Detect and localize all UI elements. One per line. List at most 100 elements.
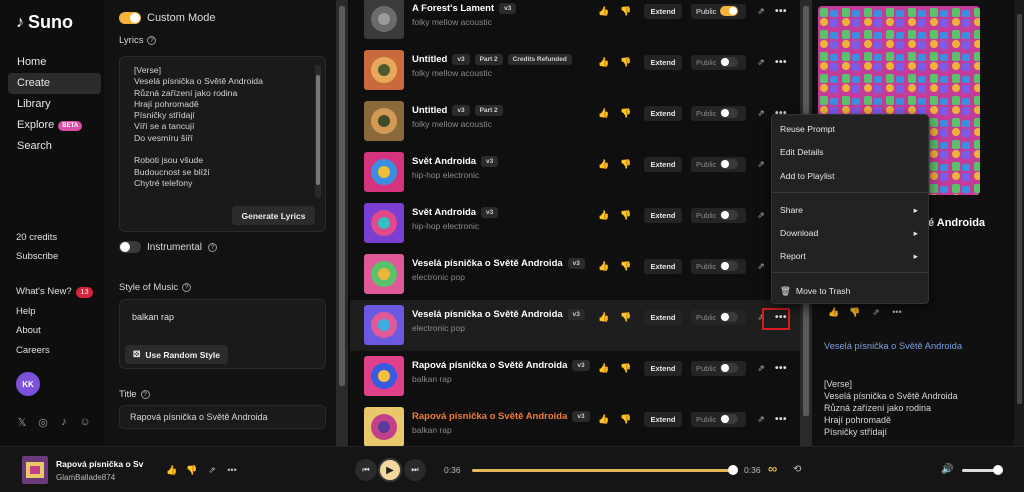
lyrics-scrollbar[interactable] bbox=[315, 65, 321, 198]
extend-button[interactable]: Extend bbox=[644, 360, 682, 376]
tiktok-icon[interactable]: ♪ bbox=[58, 416, 70, 428]
share-icon[interactable]: ⇗ bbox=[755, 362, 767, 374]
song-row[interactable]: Veselá písnička o Světě Androida v3 elec… bbox=[350, 249, 800, 300]
generate-lyrics-button[interactable]: Generate Lyrics bbox=[232, 206, 315, 225]
play-pause-button[interactable]: ▶ bbox=[378, 458, 402, 482]
public-toggle[interactable]: Public bbox=[691, 360, 746, 376]
thumbs-down-icon[interactable]: 👎 bbox=[186, 464, 198, 476]
nav-home[interactable]: Home bbox=[8, 52, 101, 73]
public-switch[interactable] bbox=[720, 159, 739, 169]
share-icon[interactable]: ⇗ bbox=[870, 306, 882, 318]
thumbs-up-icon[interactable]: 👍 bbox=[598, 56, 610, 68]
song-title[interactable]: Untitled bbox=[412, 54, 447, 65]
share-icon[interactable]: ⇗ bbox=[755, 107, 767, 119]
song-row[interactable]: Rapová písnička o Světě Androida v3 balk… bbox=[350, 351, 800, 402]
song-row[interactable]: Rapová písnička o Světě Androida v3 balk… bbox=[350, 402, 800, 446]
song-cover[interactable] bbox=[364, 407, 404, 446]
public-switch[interactable] bbox=[720, 261, 739, 271]
progress-bar[interactable] bbox=[472, 469, 734, 472]
share-icon[interactable]: ⇗ bbox=[755, 209, 767, 221]
thumbs-down-icon[interactable]: 👎 bbox=[620, 158, 632, 170]
thumbs-up-icon[interactable]: 👍 bbox=[598, 158, 610, 170]
whats-new-link[interactable]: What's New? 13 bbox=[16, 286, 94, 298]
public-toggle[interactable]: Public bbox=[691, 156, 746, 172]
song-row[interactable]: Veselá písnička o Světě Androida v3 elec… bbox=[350, 300, 800, 351]
extend-button[interactable]: Extend bbox=[644, 54, 682, 70]
menu-move-to-trash[interactable]: 🗑 Move to Trash bbox=[780, 284, 918, 298]
song-title[interactable]: Svět Androida bbox=[412, 207, 476, 218]
thumbs-up-icon[interactable]: 👍 bbox=[598, 260, 610, 272]
song-cover[interactable] bbox=[364, 203, 404, 243]
song-row[interactable]: Untitled v3 Part 2 Credits Refunded folky… bbox=[350, 45, 800, 96]
song-title[interactable]: A Forest's Lament bbox=[412, 3, 494, 14]
more-icon[interactable]: ••• bbox=[774, 5, 788, 17]
next-button[interactable]: ⏭ bbox=[404, 459, 426, 481]
about-link[interactable]: About bbox=[16, 325, 41, 336]
thumbs-down-icon[interactable]: 👎 bbox=[620, 5, 632, 17]
more-icon[interactable]: ••• bbox=[774, 56, 788, 68]
public-toggle[interactable]: Public bbox=[691, 54, 746, 70]
share-icon[interactable]: ⇗ bbox=[755, 158, 767, 170]
public-switch[interactable] bbox=[720, 363, 739, 373]
help-icon[interactable]: ? bbox=[182, 283, 192, 292]
share-icon[interactable]: ⇗ bbox=[755, 56, 767, 68]
extend-button[interactable]: Extend bbox=[644, 258, 682, 274]
custom-mode-toggle[interactable] bbox=[119, 12, 141, 24]
now-playing-title[interactable]: Rapová písnička o Sv bbox=[56, 459, 143, 469]
nav-library[interactable]: Library bbox=[8, 94, 101, 115]
extend-button[interactable]: Extend bbox=[644, 105, 682, 121]
public-toggle[interactable]: Public bbox=[691, 3, 746, 19]
thumbs-down-icon[interactable]: 👎 bbox=[620, 56, 632, 68]
song-row[interactable]: Svět Androida v3 hip-hop electronic 👍 👎 … bbox=[350, 147, 800, 198]
suno-logo[interactable]: ♪ Suno bbox=[16, 12, 73, 33]
song-cover[interactable] bbox=[364, 152, 404, 192]
song-title[interactable]: Rapová písnička o Světě Androida bbox=[412, 360, 567, 371]
help-link[interactable]: Help bbox=[16, 306, 36, 317]
thumbs-down-icon[interactable]: 👎 bbox=[620, 260, 632, 272]
lyrics-content[interactable]: [Verse] Veselá písnička o Světě Androida… bbox=[134, 65, 312, 203]
public-toggle[interactable]: Public bbox=[691, 309, 746, 325]
create-scrollbar[interactable] bbox=[336, 0, 348, 446]
extend-button[interactable]: Extend bbox=[644, 156, 682, 172]
song-cover[interactable] bbox=[364, 101, 404, 141]
song-title[interactable]: Rapová písnička o Světě Androida bbox=[412, 411, 567, 422]
menu-share[interactable]: Share ▸ bbox=[780, 203, 918, 217]
more-icon[interactable]: ••• bbox=[226, 464, 238, 476]
menu-add-to-playlist[interactable]: Add to Playlist bbox=[780, 169, 918, 183]
thumbs-down-icon[interactable]: 👎 bbox=[620, 413, 632, 425]
song-title[interactable]: Veselá písnička o Světě Androida bbox=[412, 309, 563, 320]
public-toggle[interactable]: Public bbox=[691, 207, 746, 223]
share-icon[interactable]: ⇗ bbox=[755, 413, 767, 425]
title-input[interactable]: Rapová písnička o Světě Androida bbox=[119, 405, 326, 429]
share-icon[interactable]: ⇗ bbox=[206, 464, 218, 476]
thumbs-up-icon[interactable]: 👍 bbox=[598, 413, 610, 425]
careers-link[interactable]: Careers bbox=[16, 345, 50, 356]
extend-button[interactable]: Extend bbox=[644, 207, 682, 223]
menu-download[interactable]: Download ▸ bbox=[780, 226, 918, 240]
detail-scrollbar[interactable] bbox=[1014, 0, 1024, 446]
thumbs-down-icon[interactable]: 👎 bbox=[620, 362, 632, 374]
public-switch[interactable] bbox=[720, 57, 739, 67]
menu-report[interactable]: Report ▸ bbox=[780, 249, 918, 263]
public-switch[interactable] bbox=[720, 108, 739, 118]
random-style-button[interactable]: ⚄ Use Random Style bbox=[125, 345, 229, 364]
volume-icon[interactable]: 🔊 bbox=[941, 464, 953, 475]
song-row[interactable]: Svět Androida v3 hip-hop electronic 👍 👎 … bbox=[350, 198, 800, 249]
extend-button[interactable]: Extend bbox=[644, 411, 682, 427]
x-icon[interactable]: 𝕏 bbox=[16, 416, 28, 429]
infinite-loop-icon[interactable]: ∞ bbox=[768, 461, 777, 476]
public-toggle[interactable]: Public bbox=[691, 105, 746, 121]
detail-song-link[interactable]: Veselá písnička o Světě Androida bbox=[824, 341, 962, 351]
share-icon[interactable]: ⇗ bbox=[755, 260, 767, 272]
thumbs-up-icon[interactable]: 👍 bbox=[598, 311, 610, 323]
repeat-icon[interactable]: ⟲ bbox=[793, 464, 801, 475]
menu-edit-details[interactable]: Edit Details bbox=[780, 145, 918, 159]
public-toggle[interactable]: Public bbox=[691, 411, 746, 427]
song-cover[interactable] bbox=[364, 50, 404, 90]
song-title[interactable]: Svět Androida bbox=[412, 156, 476, 167]
thumbs-up-icon[interactable]: 👍 bbox=[166, 464, 178, 476]
thumbs-up-icon[interactable]: 👍 bbox=[598, 107, 610, 119]
progress-handle[interactable] bbox=[728, 465, 738, 475]
share-icon[interactable]: ⇗ bbox=[755, 5, 767, 17]
public-switch[interactable] bbox=[720, 414, 739, 424]
